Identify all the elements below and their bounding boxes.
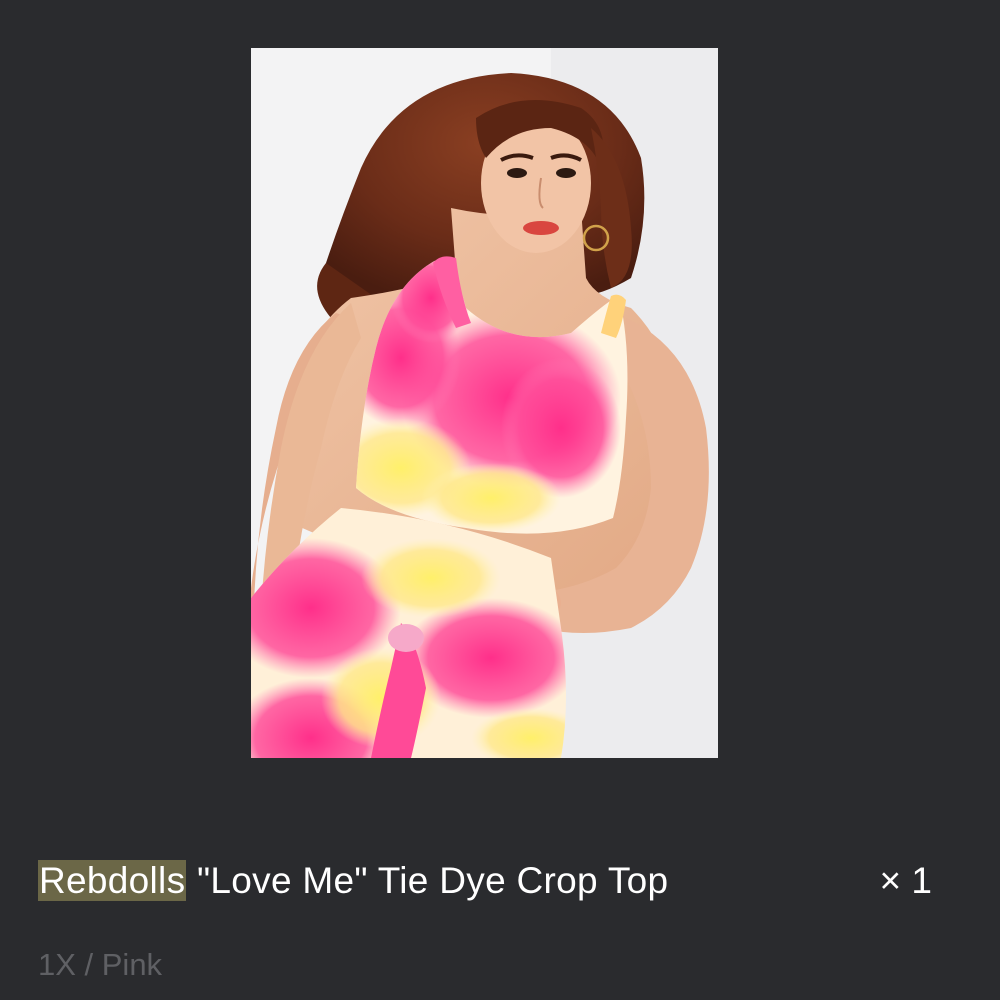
- brand-highlight: Rebdolls: [38, 860, 187, 901]
- order-item-card: Rebdolls "Love Me" Tie Dye Crop Top × 1 …: [0, 0, 1000, 1000]
- product-title-row: Rebdolls "Love Me" Tie Dye Crop Top × 1: [38, 852, 962, 910]
- product-name: "Love Me" Tie Dye Crop Top: [186, 860, 669, 901]
- quantity-label: × 1: [879, 860, 932, 901]
- product-image[interactable]: [251, 48, 718, 758]
- product-photo-illustration: [251, 48, 718, 758]
- variant-label: 1X / Pink: [38, 947, 163, 982]
- product-title[interactable]: Rebdolls "Love Me" Tie Dye Crop Top: [38, 855, 668, 907]
